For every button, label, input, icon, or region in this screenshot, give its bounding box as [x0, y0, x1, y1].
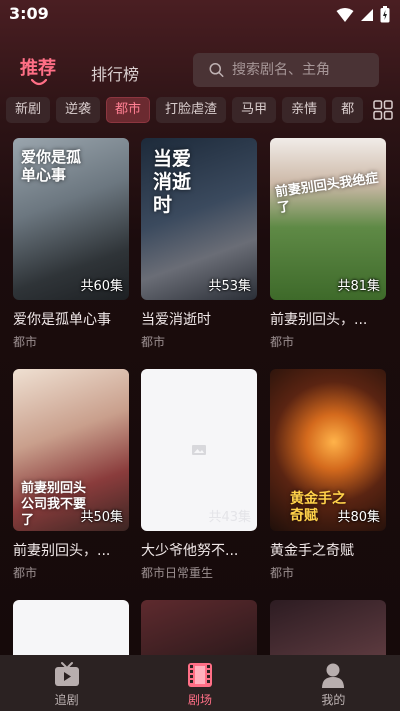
drama-genre: 都市 [270, 335, 295, 349]
bottom-nav: 追剧 剧场 我的 [0, 655, 400, 711]
drama-poster[interactable] [141, 600, 257, 655]
category-chips: 新剧 逆袭 都市 打脸虐渣 马甲 亲情 都 [6, 97, 368, 123]
user-icon [322, 663, 345, 688]
drama-genre: 都市日常重生 [141, 566, 214, 580]
image-placeholder-icon [192, 445, 206, 455]
nav-mine[interactable]: 我的 [267, 655, 400, 711]
drama-card[interactable]: 前妻别回头我绝症了 共81集 前妻别回头，... 都市 [270, 138, 386, 350]
wifi-icon [336, 7, 354, 22]
category-chip[interactable]: 新剧 [6, 97, 51, 123]
drama-card[interactable]: 爱你是孤单心事 共60集 爱你是孤单心事 都市 [13, 138, 129, 350]
signal-icon [361, 8, 373, 21]
tab-recommend[interactable]: 推荐 [20, 54, 56, 80]
tv-icon [54, 662, 79, 686]
drama-title: 当爱消逝时 [141, 312, 211, 328]
tab-ranking[interactable]: 排行榜 [91, 61, 139, 85]
episode-count: 共53集 [208, 279, 251, 294]
search-bar[interactable] [193, 53, 379, 87]
drama-poster[interactable]: 爱你是孤单心事 共60集 [13, 138, 129, 300]
drama-poster[interactable]: 前妻别回头我绝症了 共81集 [270, 138, 386, 300]
drama-card[interactable]: 共43集 大少爷他努不... 都市日常重生 [141, 369, 257, 581]
drama-genre: 都市 [13, 335, 38, 349]
category-chip[interactable]: 马甲 [232, 97, 277, 123]
category-chip[interactable]: 亲情 [282, 97, 327, 123]
category-chip-active[interactable]: 都市 [106, 97, 151, 123]
drama-genre: 都市 [13, 566, 38, 580]
episode-count: 共50集 [80, 510, 123, 525]
nav-chase[interactable]: 追剧 [0, 655, 133, 711]
status-time: 3:09 [9, 4, 49, 23]
drama-poster[interactable] [270, 600, 386, 655]
nav-mine-label: 我的 [321, 693, 346, 707]
category-chip[interactable]: 打脸虐渣 [156, 97, 227, 123]
drama-poster[interactable]: 共43集 [141, 369, 257, 531]
drama-title: 大少爷他努不... [141, 543, 239, 559]
drama-genre: 都市 [141, 335, 166, 349]
episode-count: 共43集 [208, 510, 251, 525]
nav-theater[interactable]: 剧场 [133, 655, 266, 711]
all-categories-grid-icon[interactable] [373, 100, 393, 120]
drama-title: 前妻别回头，... [13, 543, 111, 559]
drama-poster[interactable]: 前妻别回头公司我不要了 共50集 [13, 369, 129, 531]
nav-chase-label: 追剧 [54, 693, 79, 707]
drama-title: 黄金手之奇赋 [270, 543, 354, 559]
poster-title: 爱你是孤单心事 [21, 148, 82, 184]
film-icon [187, 663, 212, 687]
drama-card[interactable]: 当爱消逝时 共53集 当爱消逝时 都市 [141, 138, 257, 350]
drama-card[interactable]: 前妻别回头公司我不要了 共50集 前妻别回头，... 都市 [13, 369, 129, 581]
search-icon [209, 63, 224, 77]
drama-card[interactable]: 黄金手之奇赋 共80集 黄金手之奇赋 都市 [270, 369, 386, 581]
drama-poster[interactable]: 当爱消逝时 共53集 [141, 138, 257, 300]
category-chip[interactable]: 都 [332, 97, 364, 123]
drama-poster[interactable]: 黄金手之奇赋 共80集 [270, 369, 386, 531]
tab-active-indicator [31, 79, 47, 86]
episode-count: 共81集 [337, 279, 380, 294]
episode-count: 共60集 [80, 279, 123, 294]
search-input[interactable] [230, 61, 379, 79]
episode-count: 共80集 [337, 510, 380, 525]
battery-icon [380, 6, 390, 23]
category-chip[interactable]: 逆袭 [56, 97, 101, 123]
drama-title: 爱你是孤单心事 [13, 312, 111, 328]
drama-title: 前妻别回头，... [270, 312, 368, 328]
drama-poster[interactable] [13, 600, 129, 655]
status-bar: 3:09 [0, 0, 400, 28]
poster-title: 当爱消逝时 [153, 148, 192, 216]
nav-theater-label: 剧场 [187, 693, 212, 707]
poster-title: 前妻别回头我绝症了 [274, 170, 380, 217]
drama-genre: 都市 [270, 566, 295, 580]
